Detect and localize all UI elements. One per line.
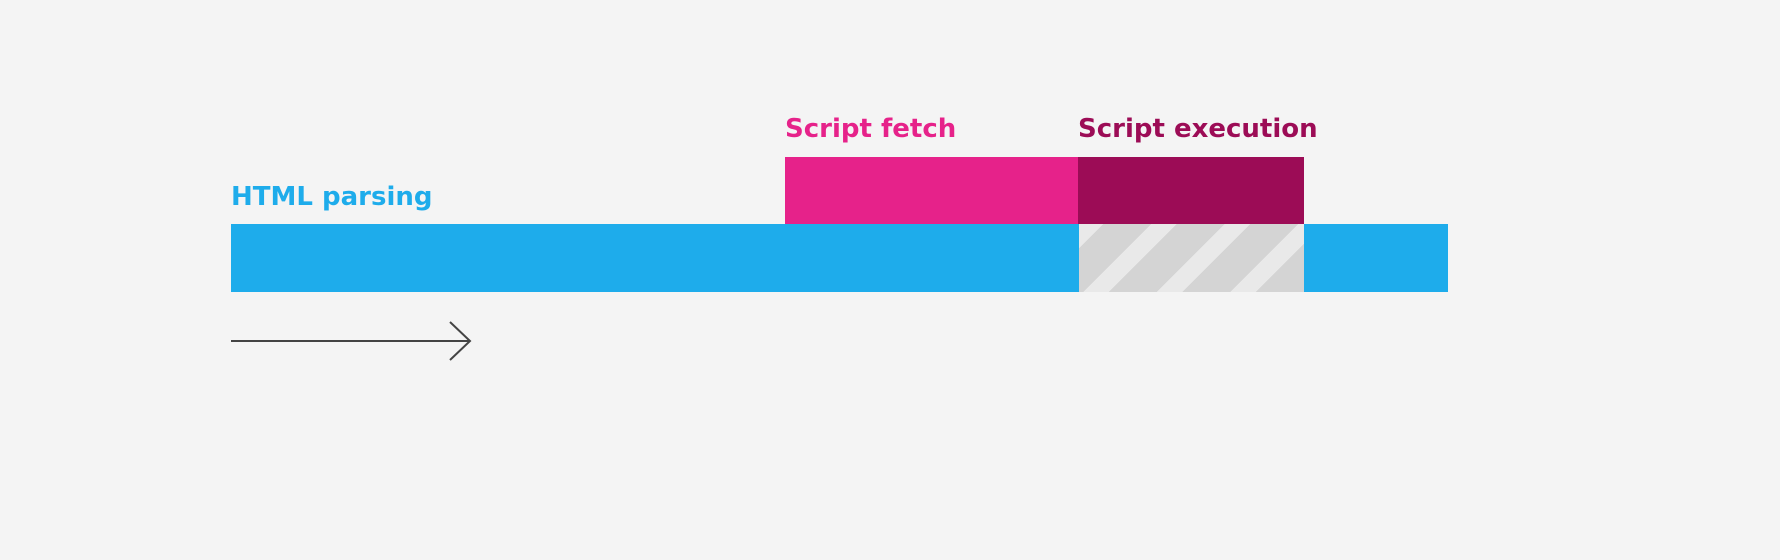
script-fetch-label: Script fetch <box>785 114 957 144</box>
script-execution-bar <box>1078 157 1304 224</box>
arrow-right-icon <box>231 321 472 361</box>
html-parsing-bar-after <box>1304 224 1448 292</box>
html-parsing-bar-before <box>231 224 1079 292</box>
script-execution-label: Script execution <box>1078 114 1318 144</box>
html-parsing-label: HTML parsing <box>231 182 433 212</box>
script-fetch-bar <box>785 157 1078 224</box>
parsing-paused-bar <box>1079 224 1304 292</box>
